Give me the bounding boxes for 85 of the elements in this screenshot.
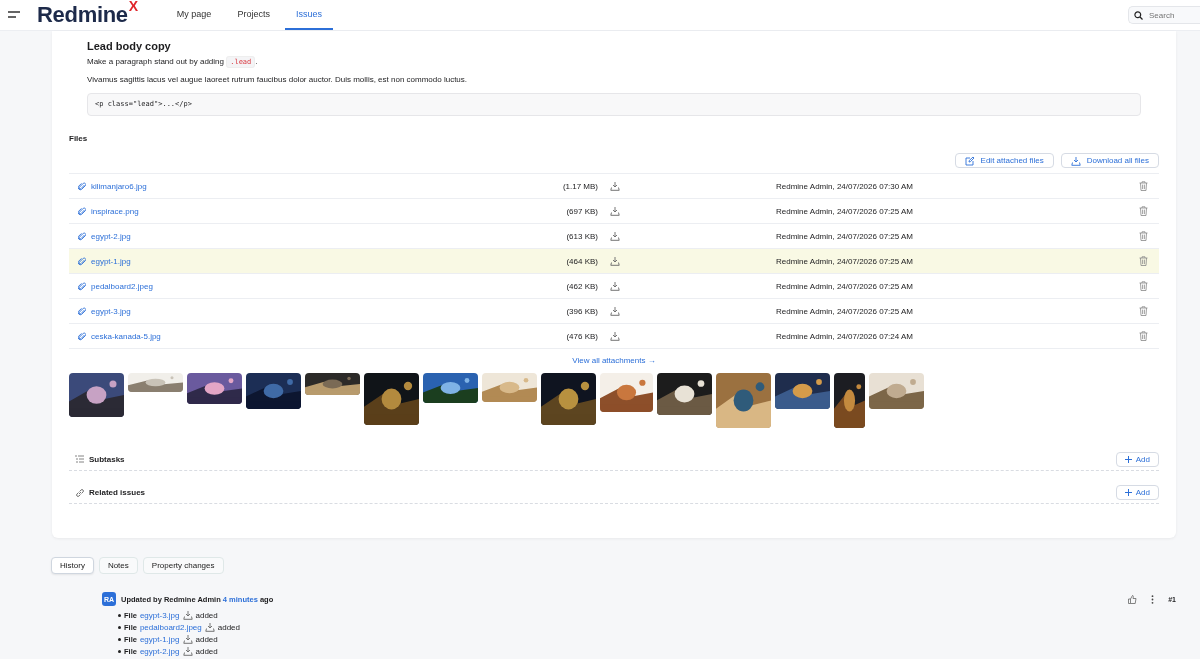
link-icon: [75, 487, 85, 497]
file-link[interactable]: egypt-1.jpg: [91, 256, 131, 266]
trash-icon[interactable]: [1139, 181, 1148, 191]
search-field[interactable]: Search: [1128, 6, 1200, 24]
trash-icon[interactable]: [1139, 331, 1148, 341]
file-link[interactable]: pedalboard2.jpeg: [139, 622, 202, 632]
file-size: (462 KB): [566, 281, 598, 291]
change-action: added: [217, 622, 240, 632]
file-author: Redmine Admin, 24/07/2026 07:30 AM: [776, 181, 914, 191]
bullet-icon: [118, 613, 121, 617]
plus-icon: [1124, 488, 1132, 496]
download-icon[interactable]: [610, 181, 620, 191]
bullet-icon: [118, 637, 121, 641]
edit-icon: [964, 155, 975, 166]
file-link[interactable]: egypt-1.jpg: [139, 634, 180, 644]
file-size: (1.17 MB): [562, 181, 598, 191]
plus-icon: [1124, 455, 1132, 463]
paperclip-icon: [78, 256, 86, 266]
download-icon: [182, 610, 193, 620]
paperclip-icon: [78, 306, 86, 316]
file-author: Redmine Admin, 24/07/2026 07:25 AM: [776, 281, 914, 291]
change-action: added: [195, 634, 218, 644]
file-size: (464 KB): [566, 256, 598, 266]
download-all-button[interactable]: Download all files: [1060, 153, 1159, 168]
trash-icon[interactable]: [1139, 231, 1148, 241]
file-link[interactable]: egypt-3.jpg: [91, 306, 131, 316]
paperclip-icon: [78, 206, 86, 216]
download-icon: [182, 634, 193, 644]
file-link[interactable]: egypt-3.jpg: [139, 610, 180, 620]
download-icon: [182, 646, 193, 656]
file-size: (476 KB): [566, 331, 598, 341]
list-icon: [75, 454, 85, 464]
paragraph: Vivamus sagittis lacus vel augue laoreet rutrum faucibus dolor auctor. Duis mollis, est non commodo luctus.: [87, 75, 469, 84]
change-action: added: [195, 646, 218, 656]
trash-icon[interactable]: [1139, 281, 1148, 291]
download-icon[interactable]: [610, 256, 620, 266]
file-size: (613 KB): [566, 231, 598, 241]
file-author: Redmine Admin, 24/07/2026 07:24 AM: [776, 331, 914, 341]
download-icon[interactable]: [610, 306, 620, 316]
menu-icon[interactable]: [8, 11, 21, 19]
download-icon: [204, 622, 215, 632]
paperclip-icon: [78, 281, 86, 291]
history-tab[interactable]: Notes: [98, 557, 138, 574]
file-author: Redmine Admin, 24/07/2026 07:25 AM: [776, 306, 914, 316]
file-size: (396 KB): [566, 306, 598, 316]
download-icon: [1070, 155, 1081, 166]
files-heading: Files: [69, 134, 89, 143]
edit-files-button[interactable]: Edit attached files: [954, 153, 1054, 168]
file-author: Redmine Admin, 24/07/2026 07:25 AM: [776, 231, 914, 241]
history-tab[interactable]: History: [51, 557, 94, 574]
download-icon[interactable]: [610, 231, 620, 241]
paperclip-icon: [78, 181, 86, 191]
paperclip-icon: [78, 231, 86, 241]
download-icon[interactable]: [610, 281, 620, 291]
file-size: (697 KB): [566, 206, 598, 216]
nav-tab[interactable]: Projects: [226, 0, 281, 30]
bullet-icon: [118, 625, 121, 629]
change-action: added: [195, 610, 218, 620]
logo-mark: X: [128, 0, 138, 14]
bullet-icon: [118, 649, 121, 653]
file-author: Redmine Admin, 24/07/2026 07:25 AM: [776, 206, 914, 216]
file-link[interactable]: egypt-2.jpg: [91, 231, 131, 241]
paperclip-icon: [78, 331, 86, 341]
thumbs-up-icon[interactable]: [1128, 594, 1138, 604]
file-author: Redmine Admin, 24/07/2026 07:25 AM: [776, 256, 914, 266]
more-icon[interactable]: [1151, 594, 1155, 604]
trash-icon[interactable]: [1139, 306, 1148, 316]
download-icon[interactable]: [610, 206, 620, 216]
trash-icon[interactable]: [1139, 206, 1148, 216]
file-link[interactable]: egypt-2.jpg: [139, 646, 180, 656]
file-link[interactable]: ceska-kanada-5.jpg: [91, 331, 161, 341]
nav-tab[interactable]: My page: [165, 0, 223, 30]
trash-icon[interactable]: [1139, 256, 1148, 266]
history-tab[interactable]: Property changes: [142, 557, 224, 574]
section-title: Subtasks: [89, 454, 125, 464]
section-heading: Lead body copy: [87, 40, 172, 52]
view-all-link[interactable]: View all attachments →: [69, 356, 1159, 365]
add-button[interactable]: Add: [1115, 484, 1159, 500]
download-icon[interactable]: [610, 331, 620, 341]
section-title: Related issues: [89, 487, 146, 497]
file-link[interactable]: inspirace.png: [91, 206, 139, 216]
file-link[interactable]: pedalboard2.jpeg: [91, 281, 153, 291]
file-link[interactable]: kilimanjaro6.jpg: [91, 181, 147, 191]
add-button[interactable]: Add: [1115, 451, 1159, 467]
logo-text: Redmine: [37, 2, 128, 28]
